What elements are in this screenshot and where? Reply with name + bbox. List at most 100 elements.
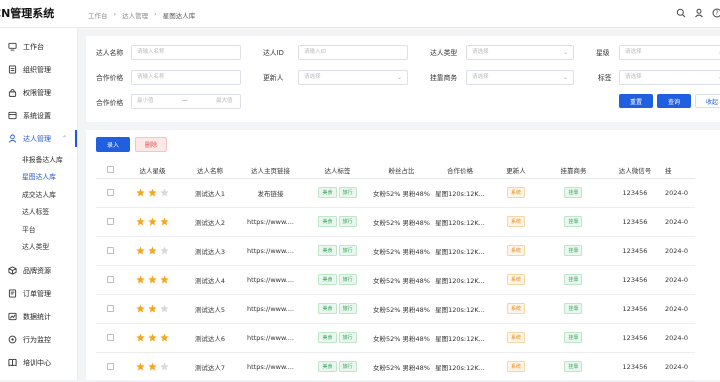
range-separator: — bbox=[182, 98, 188, 104]
cell-tags: 美食 旅行 bbox=[302, 236, 373, 266]
cell-merchant: 挂靠 bbox=[541, 265, 605, 295]
cell-updater: 系统 bbox=[489, 236, 542, 266]
sidebar-item-label: 培训中心 bbox=[23, 358, 51, 367]
query-button[interactable]: 查询 bbox=[657, 94, 691, 108]
sidebar-item-orders[interactable]: 订单管理 bbox=[0, 282, 77, 305]
cell-wechat: 123456 bbox=[604, 294, 665, 324]
collapse-button[interactable]: 收起 bbox=[695, 94, 720, 108]
sidebar-item-monitor[interactable]: 行为监控 bbox=[0, 328, 77, 351]
sidebar-item-stats[interactable]: 数据统计 bbox=[0, 305, 77, 328]
select-placeholder: 请选择 bbox=[625, 74, 642, 80]
star-filled-icon bbox=[148, 217, 157, 226]
row-checkbox[interactable] bbox=[106, 247, 114, 254]
filter-label: 达人类型 bbox=[430, 49, 458, 57]
breadcrumb-item[interactable]: 达人管理 bbox=[122, 10, 148, 20]
star-filled-icon bbox=[160, 333, 169, 342]
filter-label: 合作价格 bbox=[96, 74, 124, 82]
cell-date: 2024-0 bbox=[664, 265, 695, 295]
select-placeholder: 请选择 bbox=[472, 49, 489, 55]
sidebar-item-training[interactable]: 培训中心 bbox=[0, 351, 77, 374]
sidebar: 工作台 组织管理 权限管理 系统设置 达人管理 ⌃ 非报备达人库 星图达人库 成… bbox=[0, 28, 78, 380]
star-empty-icon bbox=[160, 246, 169, 255]
sidebar-item-brand[interactable]: 品牌资源 bbox=[0, 259, 77, 282]
name-input[interactable]: 请输入名称 bbox=[131, 45, 241, 60]
row-checkbox[interactable] bbox=[106, 276, 114, 283]
price-input[interactable]: 请输入名称 bbox=[131, 70, 241, 85]
column-header: 达人标签 bbox=[302, 162, 373, 179]
row-select-cell[interactable] bbox=[96, 236, 124, 266]
sidebar-subitem[interactable]: 非报备达人库 bbox=[0, 150, 77, 168]
row-select-cell[interactable] bbox=[96, 323, 124, 353]
cell-fans: 女粉52% 男粉48% bbox=[373, 265, 430, 295]
help-icon[interactable]: ? bbox=[712, 8, 720, 18]
table-row: 测试达人7 https://www.... 美食 旅行 女粉52% 男粉48% 星图120… bbox=[96, 352, 695, 382]
updater-badge: 系统 bbox=[506, 216, 525, 227]
sidebar-item-workbench[interactable]: 工作台 bbox=[0, 35, 77, 58]
level-select[interactable]: 请选择⌄ bbox=[619, 45, 720, 60]
star-rating bbox=[124, 294, 181, 324]
table-row: 测试达人2 https://www.... 美食 旅行 女粉52% 男粉48% 星图120… bbox=[96, 207, 695, 237]
search-icon[interactable] bbox=[676, 8, 686, 18]
sidebar-subitem[interactable]: 平台 bbox=[0, 220, 77, 238]
star-empty-icon bbox=[160, 304, 169, 313]
cell-link[interactable]: https://www.... bbox=[239, 323, 302, 353]
row-select-cell[interactable] bbox=[96, 352, 124, 382]
cell-merchant: 挂靠 bbox=[541, 352, 605, 382]
cell-link[interactable]: https://www.... bbox=[239, 236, 302, 266]
row-select-cell[interactable] bbox=[96, 178, 124, 208]
sidebar-item-influencer[interactable]: 达人管理 ⌃ bbox=[0, 127, 77, 150]
cell-updater: 系统 bbox=[489, 207, 542, 237]
row-checkbox[interactable] bbox=[106, 363, 114, 370]
cell-link[interactable]: https://www.... bbox=[239, 207, 302, 237]
updater-badge: 系统 bbox=[506, 332, 525, 343]
type-select[interactable]: 请选择 ⌄ bbox=[466, 45, 574, 60]
id-input[interactable]: 请输入ID bbox=[298, 45, 408, 60]
cell-link[interactable]: https://www.... bbox=[239, 294, 302, 324]
cell-date: 2024-0 bbox=[664, 178, 695, 208]
cell-wechat: 123456 bbox=[604, 207, 665, 237]
merchant-select[interactable]: 请选择 ⌄ bbox=[466, 70, 574, 85]
cell-date: 2024-0 bbox=[664, 294, 695, 324]
row-select-cell[interactable] bbox=[96, 207, 124, 237]
cell-tags: 美食 旅行 bbox=[302, 207, 373, 237]
cell-link[interactable]: 发布链接 bbox=[239, 178, 302, 208]
sidebar-subitem-selected[interactable]: 星图达人库 bbox=[0, 168, 77, 186]
user-icon[interactable] bbox=[694, 8, 704, 18]
sidebar-item-permission[interactable]: 权限管理 bbox=[0, 81, 77, 104]
column-header: 合作价格 bbox=[429, 162, 490, 179]
sidebar-item-label: 行为监控 bbox=[23, 335, 51, 344]
row-checkbox[interactable] bbox=[106, 334, 114, 341]
row-checkbox[interactable] bbox=[106, 218, 114, 225]
sidebar-item-label: 数据统计 bbox=[23, 312, 51, 321]
row-checkbox[interactable] bbox=[106, 305, 114, 312]
sidebar-item-settings[interactable]: 系统设置 bbox=[0, 104, 77, 127]
add-button[interactable]: 录入 bbox=[96, 137, 130, 152]
row-checkbox[interactable] bbox=[106, 189, 114, 196]
cell-date: 2024-0 bbox=[664, 352, 695, 382]
cell-tags: 美食 旅行 bbox=[302, 294, 373, 324]
tag-select[interactable]: 请选择⌄ bbox=[619, 70, 720, 85]
sidebar-subitem[interactable]: 达人类型 bbox=[0, 238, 77, 256]
row-select-cell[interactable] bbox=[96, 294, 124, 324]
sidebar-subitem[interactable]: 达人标签 bbox=[0, 203, 77, 221]
column-header: 达人星级 bbox=[124, 162, 181, 179]
tag-badge: 旅行 bbox=[338, 187, 357, 198]
cell-link[interactable]: https://www.... bbox=[239, 352, 302, 382]
table-row: 测试达人6 https://www.... 美食 旅行 女粉52% 男粉48% 星图120… bbox=[96, 323, 695, 353]
cell-tags: 美食 旅行 bbox=[302, 323, 373, 353]
breadcrumb-item[interactable]: 工作台 bbox=[88, 10, 108, 20]
reset-button[interactable]: 重置 bbox=[619, 94, 653, 108]
sidebar-item-org[interactable]: 组织管理 bbox=[0, 58, 77, 81]
cell-price: 星图120s:12K... bbox=[429, 265, 490, 295]
row-select-cell[interactable] bbox=[96, 265, 124, 295]
price-range-input[interactable]: 最小值 — 最大值 bbox=[131, 94, 241, 109]
select-all-cell[interactable] bbox=[96, 162, 124, 179]
star-rating bbox=[124, 323, 181, 353]
column-header: 达人名称 bbox=[181, 162, 239, 179]
select-all-checkbox[interactable] bbox=[106, 166, 114, 174]
cell-updater: 系统 bbox=[489, 178, 542, 208]
delete-button[interactable]: 删除 bbox=[135, 137, 167, 152]
cell-link[interactable]: https://www.... bbox=[239, 265, 302, 295]
sidebar-subitem[interactable]: 成交达人库 bbox=[0, 185, 77, 203]
updater-select[interactable]: 请选择 ⌄ bbox=[298, 70, 408, 85]
